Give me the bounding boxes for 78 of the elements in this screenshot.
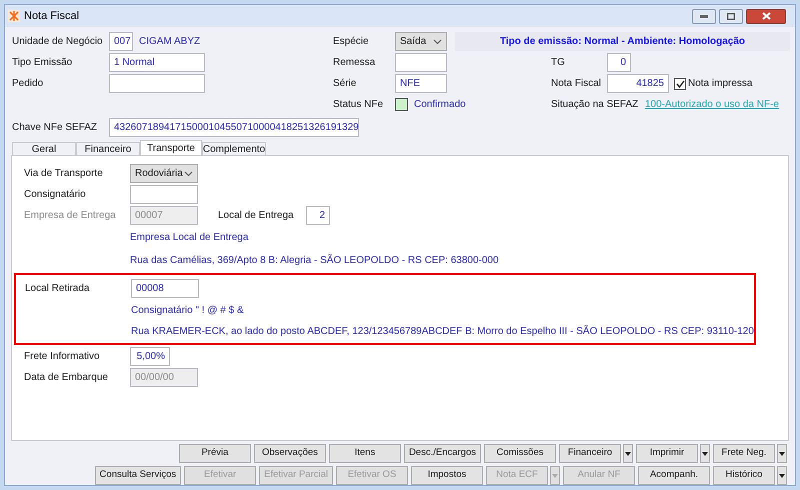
tab[interactable]: Complemento xyxy=(202,142,266,155)
delivery-company-name: Empresa Local de Entrega xyxy=(130,231,248,245)
dropdown-button[interactable] xyxy=(777,466,787,485)
dropdown-button[interactable] xyxy=(623,444,633,463)
app-icon xyxy=(8,10,20,22)
action-button[interactable]: Acompanh. xyxy=(638,466,710,485)
dropdown[interactable]: Saída xyxy=(395,32,447,51)
checkmark-icon xyxy=(676,80,684,88)
field-label: Chave NFe SEFAZ xyxy=(12,121,98,135)
input-field[interactable]: 43260718941715000104550710000418251326191329 xyxy=(109,118,359,137)
action-button[interactable]: Histórico xyxy=(713,466,775,485)
pickup-name: Consignatário " ! @ # $ & xyxy=(131,304,244,318)
chevron-down-icon xyxy=(433,38,442,44)
status-indicator xyxy=(395,98,408,111)
field-label: Consignatário xyxy=(24,188,87,202)
field-label: Via de Transporte xyxy=(24,167,104,181)
field-label: Série xyxy=(333,77,358,91)
status-text: Confirmado xyxy=(413,98,467,112)
close-button[interactable] xyxy=(746,8,786,24)
action-button[interactable]: Comissões xyxy=(484,444,556,463)
minimize-button[interactable] xyxy=(692,8,716,24)
checkbox[interactable] xyxy=(674,78,686,90)
tab[interactable]: Financeiro xyxy=(76,142,140,155)
tab[interactable]: Transporte xyxy=(140,140,202,155)
company-name: CIGAM ABYZ xyxy=(138,35,202,49)
input-field[interactable]: 5,00% xyxy=(130,347,170,366)
field-label: Pedido xyxy=(12,77,44,91)
minimize-icon xyxy=(700,14,708,18)
input-field[interactable]: 41825 xyxy=(607,74,669,93)
input-field[interactable]: 007 xyxy=(109,32,133,51)
action-button[interactable]: Observações xyxy=(254,444,326,463)
field-label: Empresa de Entrega xyxy=(24,209,117,223)
action-button[interactable]: Prévia xyxy=(178,444,251,463)
caret-down-icon xyxy=(779,452,785,456)
field-label: Espécie xyxy=(333,35,370,49)
caret-down-icon xyxy=(552,474,558,478)
maximize-button[interactable] xyxy=(719,8,743,24)
input-field[interactable]: 2 xyxy=(306,206,330,225)
delivery-address: Rua das Camélias, 369/Apto 8 B: Alegria - SÃO LEOPOLDO - RS CEP: 63800-000 xyxy=(130,253,499,268)
caret-down-icon xyxy=(702,452,708,456)
dropdown-button[interactable] xyxy=(777,444,787,463)
input-field[interactable]: NFE xyxy=(395,74,447,93)
caret-down-icon xyxy=(625,452,631,456)
input-field[interactable]: 0 xyxy=(607,53,631,72)
close-icon xyxy=(762,12,770,20)
chevron-down-icon xyxy=(184,170,193,176)
field-label: Remessa xyxy=(333,56,376,70)
action-button[interactable]: Frete Neg. xyxy=(713,444,775,463)
field-label: Unidade de Negócio xyxy=(12,35,104,49)
input-field[interactable] xyxy=(130,185,198,204)
pickup-address: Rua KRAEMER-ECK, ao lado do posto ABCDEF, 123/123456789ABCDEF B: Morro do Espelho III - SÃO LEOPOLDO - RS CEP: 93110-120 xyxy=(131,324,754,338)
field-label: Local de Entrega xyxy=(218,209,295,223)
input-field[interactable] xyxy=(109,74,205,93)
field-label: Frete Informativo xyxy=(24,350,101,364)
maximize-icon xyxy=(727,12,735,20)
field-label: Tipo Emissão xyxy=(12,56,74,70)
action-button[interactable]: Financeiro xyxy=(559,444,621,463)
checkbox-label: Nota impressa xyxy=(688,77,752,91)
action-button[interactable]: Consulta Serviços xyxy=(94,466,182,485)
action-button[interactable]: Impostos xyxy=(411,466,483,485)
environment-banner: Tipo de emissão: Normal - Ambiente: Homologação xyxy=(455,32,790,51)
tab[interactable]: Geral xyxy=(12,142,76,155)
field-label: Local Retirada xyxy=(25,282,90,296)
field-label: Status NFe xyxy=(333,98,384,112)
dropdown[interactable]: Rodoviária xyxy=(130,164,198,183)
caret-down-icon xyxy=(779,474,785,478)
action-button[interactable]: Desc./Encargos xyxy=(404,444,481,463)
field-label: TG xyxy=(551,56,566,70)
field-label: Nota Fiscal xyxy=(551,77,602,91)
field-label: Data de Embarque xyxy=(24,371,109,385)
input-field[interactable] xyxy=(395,53,447,72)
dropdown-button[interactable] xyxy=(700,444,710,463)
action-button[interactable]: Imprimir xyxy=(636,444,698,463)
input-field[interactable]: 1 Normal xyxy=(109,53,205,72)
action-button[interactable]: Itens xyxy=(328,444,401,463)
input-field[interactable]: 00008 xyxy=(131,279,199,298)
field-label: Situação na SEFAZ xyxy=(551,98,640,112)
window-title: Nota Fiscal xyxy=(24,8,80,24)
